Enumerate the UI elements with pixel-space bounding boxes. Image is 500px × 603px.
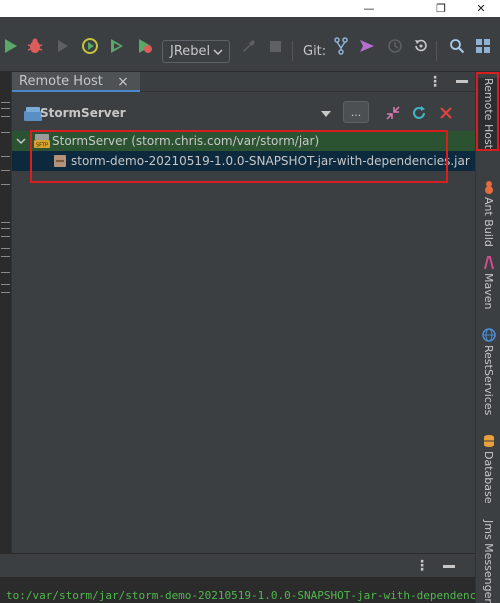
- tab-remote-host-label: Remote Host: [19, 73, 103, 89]
- run-icon[interactable]: [0, 35, 22, 57]
- database-icon: [482, 434, 496, 448]
- jrebel-label: JRebel: [170, 44, 211, 59]
- git-push-icon[interactable]: [356, 35, 378, 57]
- git-label: Git:: [303, 44, 327, 59]
- toolbar-separator: [292, 41, 293, 61]
- bottom-panel-minimize-icon[interactable]: [443, 565, 455, 568]
- debug-icon[interactable]: [24, 35, 46, 57]
- window-minimize-button[interactable]: —: [356, 0, 382, 17]
- window-titlebar: — ❐ ✕: [0, 0, 500, 17]
- jrebel-run-icon[interactable]: [106, 35, 128, 57]
- tree-file-label: storm-demo-20210519-1.0.0-SNAPSHOT-jar-w…: [71, 154, 470, 168]
- sidebar-item-label: Database: [482, 451, 495, 504]
- refresh-icon[interactable]: [410, 104, 428, 122]
- remote-host-panel: Remote Host × ⋮ StormServer ... SFTP Sto…: [12, 72, 475, 553]
- window-close-button[interactable]: ✕: [468, 0, 494, 17]
- sidebar-item-label: Maven: [482, 273, 495, 310]
- hammer-disabled-icon: [238, 35, 260, 57]
- main-toolbar: JRebel Git:: [0, 17, 500, 72]
- sidebar-item-label: Jms Messenger: [482, 520, 495, 603]
- server-selector-row: StormServer ...: [12, 100, 475, 128]
- console-line: to:/var/storm/jar/storm-demo-20210519-1.…: [6, 589, 475, 602]
- window-maximize-button[interactable]: ❐: [428, 0, 454, 17]
- bottom-panel-options-icon[interactable]: ⋮: [415, 558, 429, 574]
- tree-root-label: StormServer (storm.chris.com/var/storm/j…: [52, 134, 320, 148]
- browse-button[interactable]: ...: [343, 101, 369, 123]
- profile-icon[interactable]: [79, 35, 101, 57]
- chevron-down-icon: [213, 49, 223, 56]
- layout-icon[interactable]: [472, 35, 494, 57]
- git-fetch-icon[interactable]: [330, 35, 352, 57]
- tab-close-icon[interactable]: ×: [115, 72, 131, 92]
- server-dropdown-icon[interactable]: [320, 108, 332, 120]
- server-name[interactable]: StormServer: [40, 106, 126, 120]
- toolbar-separator: [436, 41, 437, 61]
- search-icon[interactable]: [446, 35, 468, 57]
- revert-icon[interactable]: [410, 35, 432, 57]
- sidebar-item-remote-host[interactable]: Remote Host: [476, 78, 500, 149]
- sidebar-item-label: RestServices: [482, 345, 495, 416]
- panel-tab-bar: Remote Host × ⋮: [12, 72, 475, 92]
- tree-row-root[interactable]: SFTP StormServer (storm.chris.com/var/st…: [12, 131, 475, 151]
- ant-icon: [482, 180, 496, 194]
- jrebel-debug-icon[interactable]: [134, 35, 156, 57]
- right-tool-strip: Remote Host Ant Build Maven RestServices…: [475, 72, 500, 603]
- jrebel-dropdown[interactable]: JRebel: [162, 40, 230, 63]
- maven-icon: [482, 256, 496, 270]
- sidebar-item-maven[interactable]: Maven: [476, 256, 500, 309]
- collapse-icon[interactable]: [384, 104, 402, 122]
- console-output: to:/var/storm/jar/storm-demo-20210519-1.…: [0, 577, 475, 603]
- panel-minimize-icon[interactable]: [456, 80, 468, 83]
- chevron-down-icon[interactable]: [16, 136, 26, 146]
- sidebar-item-label: Remote Host: [482, 78, 495, 149]
- sidebar-item-ant-build[interactable]: Ant Build: [476, 180, 500, 247]
- tree-row-file[interactable]: storm-demo-20210519-1.0.0-SNAPSHOT-jar-w…: [12, 151, 475, 171]
- bottom-panel-header: ⋮: [0, 553, 475, 577]
- run-disabled-icon: [52, 35, 74, 57]
- svg-text:SFTP: SFTP: [36, 143, 48, 149]
- stop-disabled-icon: [264, 35, 286, 57]
- sftp-icon: SFTP: [34, 134, 50, 148]
- sidebar-item-restservices[interactable]: RestServices: [476, 328, 500, 415]
- jar-file-icon: [54, 155, 66, 167]
- rest-services-icon: [481, 328, 496, 342]
- sidebar-item-jms-messenger[interactable]: Jms Messenger: [476, 520, 500, 603]
- editor-gutter-strip: [0, 72, 12, 553]
- sidebar-item-label: Ant Build: [482, 197, 495, 247]
- sidebar-item-database[interactable]: Database: [476, 434, 500, 504]
- history-icon[interactable]: [384, 35, 406, 57]
- panel-options-icon[interactable]: ⋮: [428, 72, 442, 92]
- close-connection-icon[interactable]: [437, 104, 455, 122]
